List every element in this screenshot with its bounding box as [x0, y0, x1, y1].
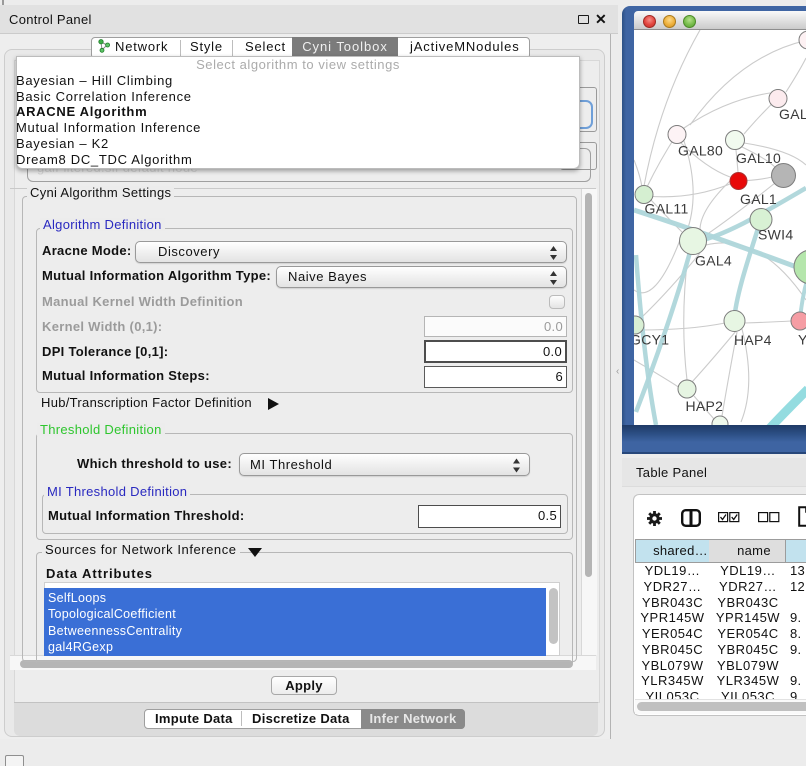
- svg-text:HAP4: HAP4: [734, 332, 772, 348]
- svg-text:GAL11: GAL11: [645, 201, 689, 217]
- svg-text:GCY1: GCY1: [634, 332, 669, 348]
- svg-text:SWI4: SWI4: [758, 227, 793, 243]
- svg-text:Y: Y: [798, 332, 806, 348]
- svg-text:GAL: GAL: [779, 106, 806, 122]
- svg-text:GAL1: GAL1: [740, 191, 777, 207]
- svg-text:GAL10: GAL10: [736, 150, 781, 166]
- svg-text:GAL80: GAL80: [678, 143, 723, 159]
- svg-text:HAP2: HAP2: [686, 398, 724, 414]
- svg-text:GAL4: GAL4: [695, 253, 732, 269]
